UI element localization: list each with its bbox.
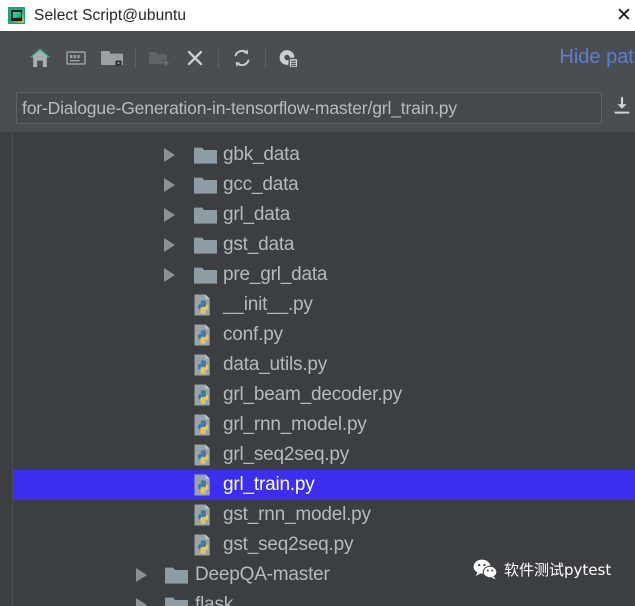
desktop-icon bbox=[64, 46, 88, 70]
tree-row[interactable]: gst_rnn_model.py bbox=[13, 500, 635, 530]
file-tree: gbk_data gcc_data grl_data gst_data pre_grl_… bbox=[12, 132, 635, 606]
folder-icon bbox=[194, 236, 217, 254]
python-file-icon bbox=[191, 353, 215, 377]
tree-row-label: gbk_data bbox=[223, 144, 300, 165]
tree-row[interactable]: pre_grl_data bbox=[13, 260, 635, 290]
tree-row-label: grl_beam_decoder.py bbox=[223, 384, 402, 405]
download-button[interactable] bbox=[609, 93, 635, 123]
python-file-icon bbox=[191, 293, 215, 317]
tree-row[interactable]: grl_data bbox=[13, 200, 635, 230]
tree-row[interactable]: grl_seq2seq.py bbox=[13, 440, 635, 470]
tree-row-label: pre_grl_data bbox=[223, 264, 328, 285]
python-file-icon bbox=[191, 383, 215, 407]
tree-row[interactable]: flask bbox=[13, 590, 635, 606]
python-file-icon bbox=[191, 473, 215, 497]
python-file-icon bbox=[191, 533, 215, 557]
python-file-icon bbox=[191, 503, 215, 527]
folder-icon bbox=[194, 176, 217, 194]
tree-row-label: gst_seq2seq.py bbox=[223, 534, 354, 555]
toolbar-separator-2 bbox=[218, 46, 219, 69]
tree-row[interactable]: grl_rnn_model.py bbox=[13, 410, 635, 440]
window-title: Select Script@ubuntu bbox=[34, 6, 187, 24]
delete-button[interactable] bbox=[177, 40, 213, 76]
refresh-button[interactable] bbox=[224, 40, 260, 76]
home-button[interactable] bbox=[22, 40, 58, 76]
download-icon bbox=[611, 95, 633, 122]
hide-path-link[interactable]: Hide path bbox=[559, 31, 635, 84]
path-row: for-Dialogue-Generation-in-tensorflow-ma… bbox=[0, 84, 635, 132]
project-folder-icon bbox=[99, 46, 125, 70]
folder-icon bbox=[194, 146, 217, 164]
script-app-icon bbox=[8, 7, 25, 24]
tree-row-label: gst_data bbox=[223, 234, 295, 255]
tree-row-label: flask bbox=[195, 594, 234, 606]
expand-arrow-icon[interactable] bbox=[164, 238, 175, 252]
tree-row[interactable]: conf.py bbox=[13, 320, 635, 350]
expand-arrow-icon[interactable] bbox=[164, 208, 175, 222]
expand-arrow-icon[interactable] bbox=[164, 178, 175, 192]
tree-row-label: grl_data bbox=[223, 204, 291, 225]
expand-arrow-icon[interactable] bbox=[164, 268, 175, 282]
show-hidden-files-icon bbox=[276, 46, 302, 70]
home-icon bbox=[28, 46, 52, 70]
new-folder-icon bbox=[146, 46, 172, 70]
close-icon[interactable]: ✕ bbox=[607, 0, 635, 31]
tree-row[interactable]: gcc_data bbox=[13, 170, 635, 200]
tree-row[interactable]: __init__.py bbox=[13, 290, 635, 320]
tree-row-label: grl_train.py bbox=[223, 474, 315, 495]
folder-icon bbox=[165, 566, 188, 584]
expand-arrow-icon[interactable] bbox=[136, 598, 147, 606]
dialog-toolbar: Hide path bbox=[0, 31, 635, 84]
show-hidden-files-button[interactable] bbox=[271, 40, 307, 76]
delete-icon bbox=[183, 46, 207, 70]
tree-row[interactable]: gst_data bbox=[13, 230, 635, 260]
expand-arrow-icon[interactable] bbox=[136, 568, 147, 582]
folder-icon bbox=[194, 266, 217, 284]
python-file-icon bbox=[191, 413, 215, 437]
tree-row-label: grl_seq2seq.py bbox=[223, 444, 350, 465]
project-folder-button[interactable] bbox=[94, 40, 130, 76]
folder-icon bbox=[194, 206, 217, 224]
desktop-button[interactable] bbox=[58, 40, 94, 76]
tree-row[interactable]: DeepQA-master bbox=[13, 560, 635, 590]
python-file-icon bbox=[191, 443, 215, 467]
tree-row[interactable]: gst_seq2seq.py bbox=[13, 530, 635, 560]
toolbar-separator-1 bbox=[135, 46, 136, 69]
new-folder-button[interactable] bbox=[141, 40, 177, 76]
expand-arrow-icon[interactable] bbox=[164, 148, 175, 162]
tree-row-label: gcc_data bbox=[223, 174, 299, 195]
toolbar-separator-3 bbox=[265, 46, 266, 69]
tree-row[interactable]: grl_train.py bbox=[13, 470, 635, 500]
tree-row-label: DeepQA-master bbox=[195, 564, 330, 585]
window-titlebar: Select Script@ubuntu ✕ bbox=[0, 0, 635, 31]
python-file-icon bbox=[191, 323, 215, 347]
tree-row-label: __init__.py bbox=[223, 294, 313, 315]
tree-row[interactable]: data_utils.py bbox=[13, 350, 635, 380]
tree-left-gutter bbox=[0, 132, 12, 606]
tree-row[interactable]: gbk_data bbox=[13, 140, 635, 170]
tree-row-label: gst_rnn_model.py bbox=[223, 504, 371, 525]
path-input[interactable]: for-Dialogue-Generation-in-tensorflow-ma… bbox=[16, 92, 602, 124]
tree-row-label: conf.py bbox=[223, 324, 283, 345]
tree-row[interactable]: grl_beam_decoder.py bbox=[13, 380, 635, 410]
tree-row-label: data_utils.py bbox=[223, 354, 328, 375]
tree-row-label: grl_rnn_model.py bbox=[223, 414, 367, 435]
select-script-dialog: Select Script@ubuntu ✕ Hide pat for-Dial… bbox=[0, 0, 635, 606]
refresh-icon bbox=[230, 46, 254, 70]
path-input-value: for-Dialogue-Generation-in-tensorflow-ma… bbox=[22, 97, 457, 118]
folder-icon bbox=[165, 596, 188, 606]
